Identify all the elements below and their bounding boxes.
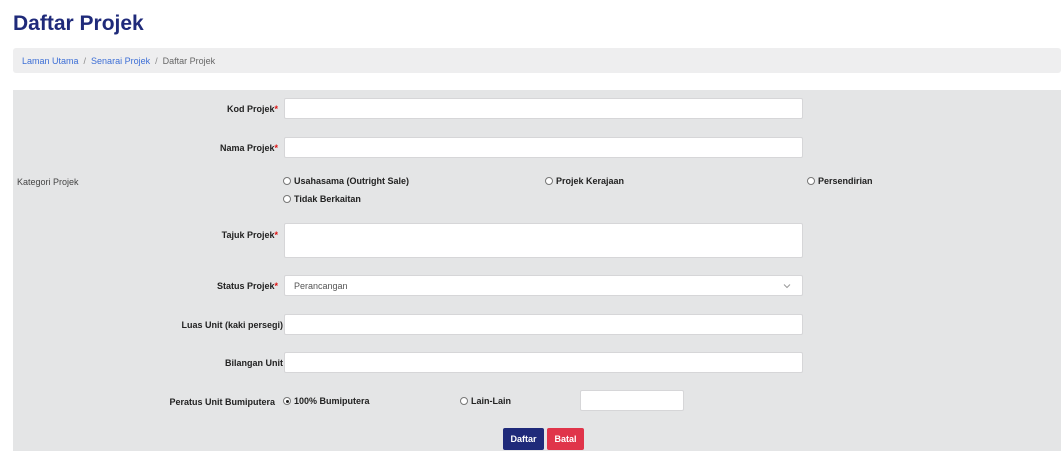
radio-label: Tidak Berkaitan: [294, 194, 361, 204]
chevron-down-icon: [783, 284, 791, 289]
bumiputera-100-radio[interactable]: 100% Bumiputera: [283, 396, 370, 406]
tajuk-projek-label: Tajuk Projek*: [221, 230, 278, 240]
status-projek-selected: Perancangan: [294, 280, 348, 291]
radio-label: 100% Bumiputera: [294, 396, 370, 406]
radio-label: Persendirian: [818, 176, 873, 186]
radio-circle: [283, 195, 291, 203]
luas-unit-input[interactable]: [284, 314, 803, 335]
kod-projek-label: Kod Projek*: [226, 104, 278, 114]
peratus-bumiputera-label: Peratus Unit Bumiputera: [169, 397, 275, 407]
kategori-persendirian-radio[interactable]: Persendirian: [807, 176, 873, 186]
bumiputera-other-input[interactable]: [580, 390, 684, 411]
breadcrumb: Laman Utama / Senarai Projek / Daftar Pr…: [13, 48, 1061, 73]
radio-circle: [460, 397, 468, 405]
status-projek-select[interactable]: Perancangan: [284, 275, 803, 296]
breadcrumb-separator: /: [83, 55, 87, 66]
project-form: Kod Projek* Nama Projek* Kategori Projek…: [13, 90, 1061, 451]
kategori-projek-label: Kategori Projek: [17, 177, 79, 187]
page-title: Daftar Projek: [13, 12, 144, 35]
radio-circle: [283, 177, 291, 185]
nama-projek-input[interactable]: [284, 137, 803, 158]
breadcrumb-home-link[interactable]: Laman Utama: [22, 56, 79, 66]
nama-projek-label: Nama Projek*: [219, 143, 278, 153]
radio-circle: [545, 177, 553, 185]
batal-button[interactable]: Batal: [547, 428, 584, 450]
bilangan-unit-input[interactable]: [284, 352, 803, 373]
radio-label: Lain-Lain: [471, 396, 511, 406]
status-projek-label: Status Projek*: [216, 281, 278, 291]
breadcrumb-separator: /: [155, 55, 158, 66]
breadcrumb-project-list-link[interactable]: Senarai Projek: [91, 56, 150, 66]
daftar-button[interactable]: Daftar: [503, 428, 544, 450]
radio-label: Projek Kerajaan: [556, 176, 625, 186]
bilangan-unit-label: Bilangan Unit: [225, 358, 283, 368]
kategori-tidak-berkaitan-radio[interactable]: Tidak Berkaitan: [283, 194, 361, 204]
kategori-kerajaan-radio[interactable]: Projek Kerajaan: [545, 176, 624, 186]
radio-circle-checked: [283, 397, 291, 405]
breadcrumb-current: Daftar Projek: [162, 55, 216, 66]
radio-label: Usahasama (Outright Sale): [294, 176, 410, 186]
bumiputera-lain-lain-radio[interactable]: Lain-Lain: [460, 396, 511, 406]
kod-projek-input[interactable]: [284, 98, 803, 119]
kategori-usahasama-radio[interactable]: Usahasama (Outright Sale): [283, 176, 409, 186]
luas-unit-label: Luas Unit (kaki persegi): [181, 320, 283, 330]
radio-circle: [807, 177, 815, 185]
tajuk-projek-textarea[interactable]: [284, 223, 803, 258]
